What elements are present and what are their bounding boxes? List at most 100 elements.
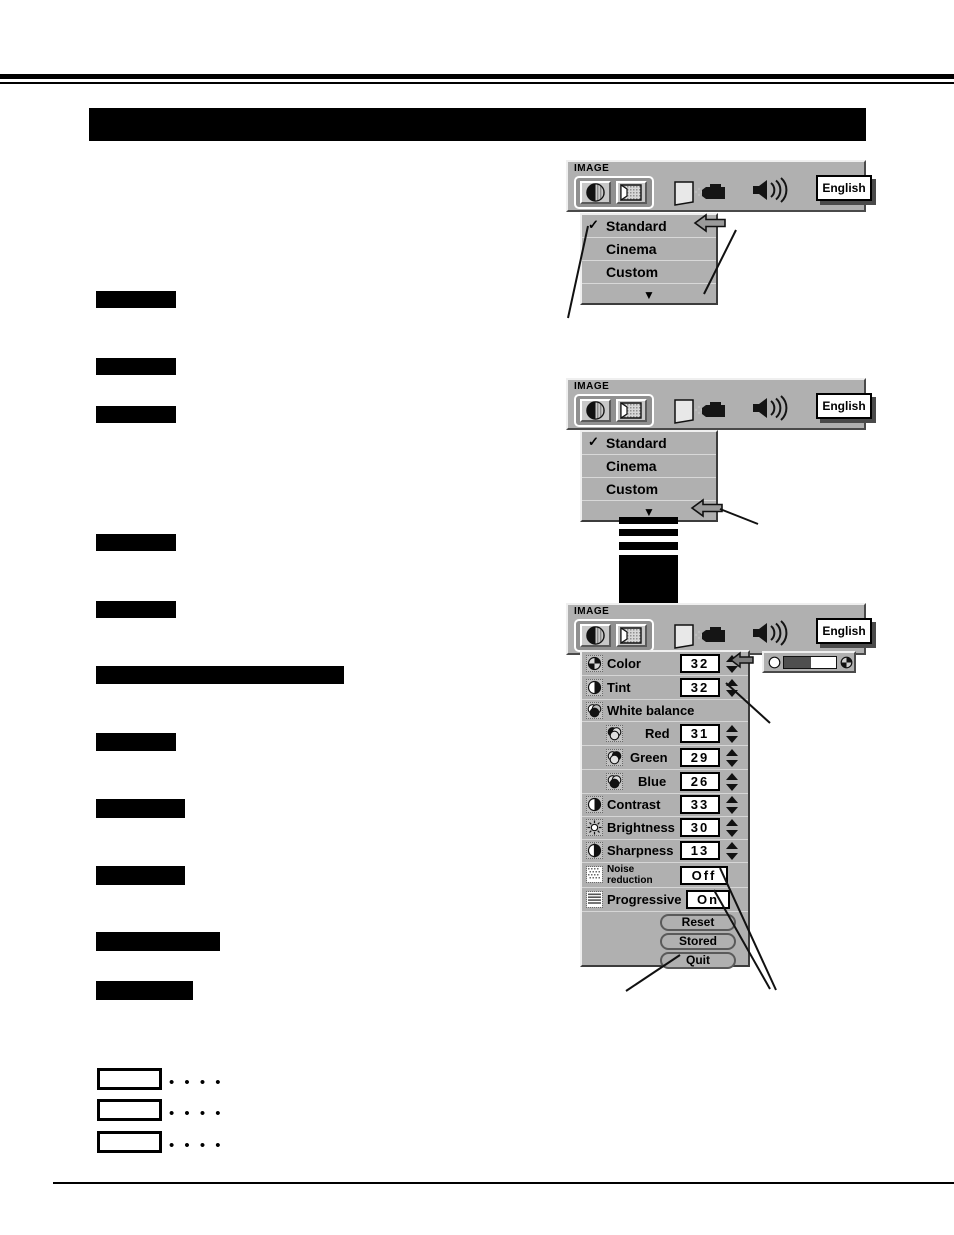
chevron-down-icon: ▼ [643,288,655,302]
menu-item-label: Custom [606,264,659,280]
speaker-icon[interactable] [751,395,791,421]
row-value[interactable]: 31 [680,724,720,743]
redacted-text-bar [96,932,220,951]
language-button[interactable]: English [816,618,872,644]
image-screen-icon[interactable] [616,181,647,204]
tint-icon [586,679,603,696]
osd-title: IMAGE [574,381,610,392]
callout-line-scroll-down [719,508,759,525]
row-value[interactable]: 29 [680,748,720,767]
menu-item-custom[interactable]: Custom [582,261,716,284]
slider-fill [784,657,812,668]
redacted-heading-banner [89,108,866,141]
contrast-icon [586,796,603,813]
image-screen-icon[interactable] [616,399,647,422]
whitebalance-icon [586,702,603,719]
transition-dash [619,517,678,524]
osd-title: IMAGE [574,163,610,174]
contrast-pie-icon [840,656,853,669]
header-rule-thin [0,82,954,84]
contrast-icon[interactable] [580,181,611,204]
legend-dots: • • • • [169,1105,224,1122]
value-slider-widget[interactable] [762,651,856,673]
callout-arrow-color [729,651,754,669]
projector-icon[interactable] [673,621,729,649]
legend-box [97,1131,162,1153]
spinner-icon[interactable] [725,724,739,744]
menu-item-label: Cinema [606,458,657,474]
spinner-icon[interactable] [725,841,739,861]
row-label: Color [607,656,641,671]
row-label: Sharpness [607,843,674,858]
noise-icon [586,866,603,883]
speaker-icon[interactable] [751,620,791,646]
menu-item-cinema[interactable]: Cinema [582,455,716,478]
row-label: Contrast [607,797,661,812]
row-label: Progressive [607,892,682,907]
header-rule-thick [0,74,954,79]
row-value[interactable]: 32 [680,654,720,673]
transition-dash [619,542,678,550]
language-button[interactable]: English [816,175,872,201]
redacted-text-bar [96,866,185,885]
slider-frame [762,651,856,673]
row-sharpness[interactable]: Sharpness 13 [582,840,748,863]
osd-panel-image-menu-1: IMAGE English [566,160,876,216]
row-label: Blue [638,774,667,789]
contrast-icon[interactable] [580,624,611,647]
projector-icon[interactable] [673,178,729,206]
menu-item-standard[interactable]: ✓ Standard [582,432,716,455]
row-label: Red [645,726,670,741]
tab-group-image[interactable] [574,176,654,209]
tab-group-image[interactable] [574,394,654,427]
document-page: • • • • • • • • • • • • IMAGE English ✓ … [0,0,954,1235]
redacted-text-bar [96,666,344,684]
spinner-icon[interactable] [725,795,739,815]
row-blue[interactable]: Blue 26 [582,770,748,794]
brightness-icon [586,819,603,836]
spinner-icon[interactable] [725,818,739,838]
osd-toolbar: IMAGE English [566,160,876,212]
transition-dash [619,529,678,536]
projector-icon[interactable] [673,396,729,424]
redacted-text-bar [96,981,193,1000]
red-icon [606,725,623,742]
menu-scroll-down[interactable]: ▼ [582,284,716,307]
menu-item-cinema[interactable]: Cinema [582,238,716,261]
tab-group-image[interactable] [574,619,654,652]
row-brightness[interactable]: Brightness 30 [582,817,748,840]
slider-track[interactable] [783,656,837,669]
color-icon [586,655,603,672]
progressive-icon [586,891,603,908]
spinner-icon[interactable] [725,772,739,792]
redacted-text-bar [96,406,176,423]
circle-icon [768,656,781,669]
menu-item-label: Standard [606,435,667,451]
redacted-text-bar [96,601,176,618]
sharpness-icon [586,842,603,859]
check-icon: ✓ [588,434,599,449]
redacted-text-bar [96,799,185,818]
image-screen-icon[interactable] [616,624,647,647]
row-value[interactable]: 13 [680,841,720,860]
contrast-icon[interactable] [580,399,611,422]
row-label: Green [630,750,668,765]
row-value[interactable]: 26 [680,772,720,791]
redacted-text-bar [96,291,176,308]
row-label-line2: reduction [607,875,653,886]
language-button[interactable]: English [816,393,872,419]
row-value[interactable]: 32 [680,678,720,697]
row-label-line1: Noise [607,864,635,875]
callout-line-check [567,225,589,319]
spinner-icon[interactable] [725,748,739,768]
callout-line-quit [625,954,681,992]
menu-item-label: Custom [606,481,659,497]
row-value[interactable]: 33 [680,795,720,814]
row-color[interactable]: Color 32 [582,652,748,676]
osd-panel-image-menu-2: IMAGE English [566,378,876,434]
row-value[interactable]: 30 [680,818,720,837]
row-green[interactable]: Green 29 [582,746,748,770]
speaker-icon[interactable] [751,177,791,203]
row-contrast[interactable]: Contrast 33 [582,794,748,817]
osd-toolbar: IMAGE English [566,378,876,430]
